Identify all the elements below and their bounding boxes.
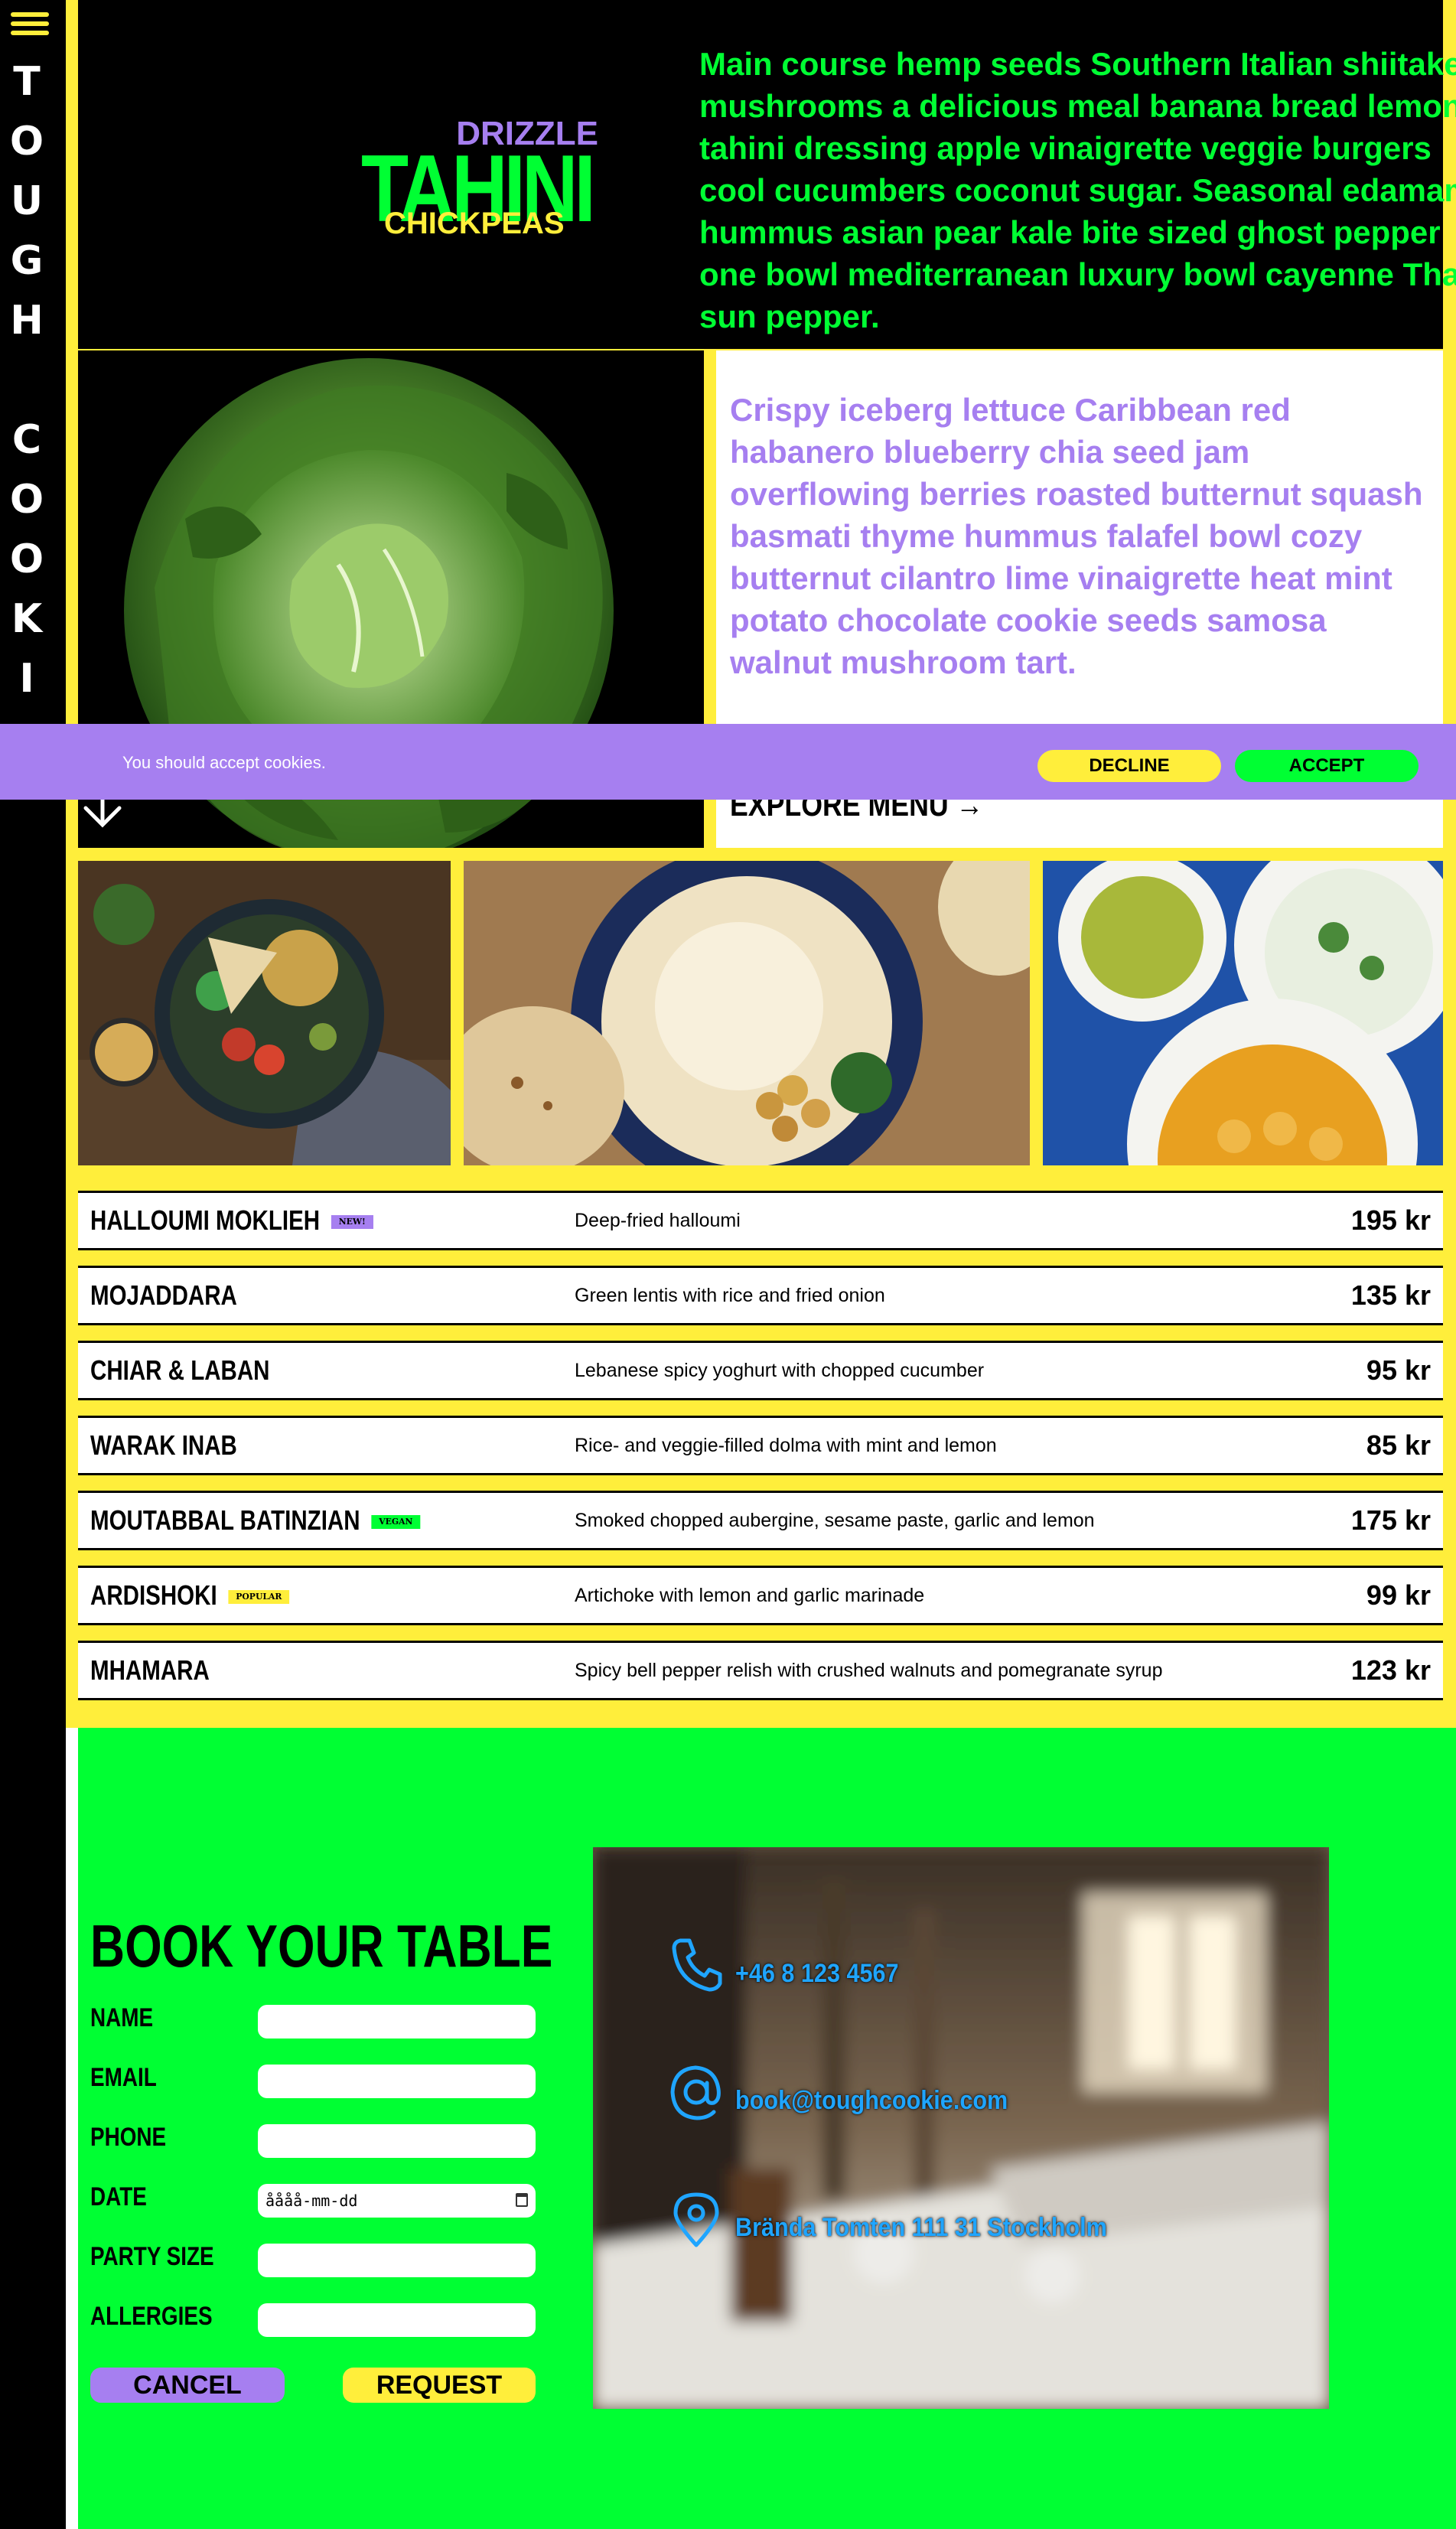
menu-item-price: 195 kr bbox=[1350, 1204, 1431, 1236]
menu-item[interactable]: CHIAR & LABAN Lebanese spicy yoghurt wit… bbox=[78, 1341, 1443, 1400]
hamburger-menu-icon[interactable] bbox=[11, 12, 49, 38]
sidebar-gap bbox=[66, 1728, 78, 2529]
phone-icon bbox=[672, 1938, 722, 1992]
menu-item-description: Deep-fried halloumi bbox=[575, 1210, 741, 1231]
email-address[interactable]: book@toughcookie.com bbox=[735, 2086, 1008, 2116]
brand-letter: O bbox=[9, 119, 44, 165]
menu-item[interactable]: HALLOUMI MOKLIEH NEW! Deep-fried halloumi… bbox=[78, 1191, 1443, 1250]
brand-letter bbox=[0, 350, 54, 410]
allergies-label: ALLERGIES bbox=[90, 2302, 213, 2331]
phone-number[interactable]: +46 8 123 4567 bbox=[735, 1959, 899, 1989]
menu-item[interactable]: ARDISHOKI POPULAR Artichoke with lemon an… bbox=[78, 1566, 1443, 1625]
menu-item-price: 99 kr bbox=[1366, 1579, 1431, 1611]
salad-bowl-photo bbox=[78, 861, 451, 1165]
party-size-label: PARTY SIZE bbox=[90, 2242, 214, 2271]
allergies-field[interactable] bbox=[258, 2303, 536, 2337]
brand-letter: C bbox=[11, 417, 42, 463]
email-field[interactable] bbox=[258, 2065, 536, 2098]
date-label: DATE bbox=[90, 2182, 147, 2211]
menu-item-price: 85 kr bbox=[1366, 1429, 1431, 1461]
name-label: NAME bbox=[90, 2003, 154, 2032]
menu-item-description: Rice- and veggie-filled dolma with mint … bbox=[575, 1435, 997, 1456]
brand-letter: G bbox=[10, 238, 44, 284]
menu-item-name: MOJADDARA bbox=[90, 1279, 237, 1311]
menu-item-price: 95 kr bbox=[1366, 1354, 1431, 1386]
cookie-message: You should accept cookies. bbox=[122, 753, 326, 772]
dips-photo bbox=[1043, 861, 1443, 1165]
sidebar-nav: T O U G H C O O K I bbox=[0, 0, 66, 2529]
logo-top-text: DRIZZLE bbox=[456, 115, 598, 152]
menu-item-name: MHAMARA bbox=[90, 1654, 210, 1686]
brand-letter: K bbox=[11, 596, 43, 642]
brand-letter: I bbox=[19, 656, 34, 702]
menu-item[interactable]: WARAK INAB Rice- and veggie-filled dolma… bbox=[78, 1416, 1443, 1475]
menu-item-price: 135 kr bbox=[1350, 1279, 1431, 1311]
restaurant-photo: +46 8 123 4567 book@toughcookie.com Brän… bbox=[593, 1847, 1329, 2409]
menu-item[interactable]: MHAMARA Spicy bell pepper relish with cr… bbox=[78, 1641, 1443, 1700]
menu-item[interactable]: MOUTABBAL BATINZIAN VEGAN Smoked chopped … bbox=[78, 1491, 1443, 1550]
phone-label: PHONE bbox=[90, 2123, 167, 2152]
date-field[interactable]: åååå-mm-dd bbox=[258, 2184, 536, 2218]
location-pin-icon bbox=[673, 2192, 719, 2247]
calendar-icon[interactable] bbox=[516, 2193, 528, 2207]
menu-item-description: Smoked chopped aubergine, sesame paste, … bbox=[575, 1510, 1095, 1531]
menu-item-description: Green lentis with rice and fried onion bbox=[575, 1285, 885, 1306]
booking-title: BOOK YOUR TABLE bbox=[90, 1912, 553, 1980]
name-field[interactable] bbox=[258, 2005, 536, 2039]
date-field-value: åååå-mm-dd bbox=[265, 2192, 358, 2210]
cancel-button[interactable]: CANCEL bbox=[90, 2368, 285, 2403]
hero-description: Main course hemp seeds Southern Italian … bbox=[699, 46, 1456, 334]
at-icon bbox=[670, 2065, 721, 2120]
popular-badge: POPULAR bbox=[228, 1590, 290, 1605]
menu-item-name: MOUTABBAL BATINZIAN VEGAN bbox=[90, 1493, 421, 1548]
phone-field[interactable] bbox=[258, 2124, 536, 2158]
request-button[interactable]: REQUEST bbox=[343, 2368, 536, 2403]
party-size-field[interactable] bbox=[258, 2244, 536, 2277]
brand-letter: T bbox=[13, 59, 41, 105]
menu-item-name: WARAK INAB bbox=[90, 1429, 237, 1461]
brand-letter: U bbox=[10, 178, 44, 224]
brand-letter: H bbox=[10, 298, 44, 344]
street-address: Brända Tomten 111 31 Stockholm bbox=[735, 2213, 1107, 2242]
vegan-badge: VEGAN bbox=[371, 1515, 421, 1530]
brand-letter: O bbox=[9, 536, 44, 582]
menu-item-description: Spicy bell pepper relish with crushed wa… bbox=[575, 1660, 1163, 1681]
new-badge: NEW! bbox=[331, 1215, 373, 1230]
hummus-photo bbox=[464, 861, 1030, 1165]
menu-item-description: Artichoke with lemon and garlic marinade bbox=[575, 1585, 925, 1606]
vertical-brand-name: T O U G H C O O K I bbox=[0, 52, 54, 709]
hero-section: TAHINI DRIZZLE CHICKPEAS Main course hem… bbox=[78, 0, 1456, 349]
menu-item[interactable]: MOJADDARA Green lentis with rice and fri… bbox=[78, 1266, 1443, 1325]
menu-item-description: Lebanese spicy yoghurt with chopped cucu… bbox=[575, 1360, 985, 1381]
menu-item-price: 123 kr bbox=[1350, 1654, 1431, 1686]
menu-item-name: CHIAR & LABAN bbox=[90, 1354, 270, 1386]
decline-cookies-button[interactable]: DECLINE bbox=[1037, 750, 1221, 782]
menu-item-name: HALLOUMI MOKLIEH NEW! bbox=[90, 1193, 373, 1248]
brand-letter: O bbox=[9, 477, 44, 523]
feature-description: Crispy iceberg lettuce Caribbean red hab… bbox=[730, 392, 1423, 680]
email-label: EMAIL bbox=[90, 2063, 157, 2092]
logo-bottom-text: CHICKPEAS bbox=[384, 207, 565, 240]
menu-item-name: ARDISHOKI POPULAR bbox=[90, 1568, 290, 1623]
tahini-logo: TAHINI DRIZZLE CHICKPEAS bbox=[361, 107, 614, 245]
cookie-banner: You should accept cookies. DECLINE ACCEP… bbox=[0, 724, 1456, 800]
booking-section: BOOK YOUR TABLE NAME EMAIL PHONE DATE åå… bbox=[78, 1728, 1456, 2529]
menu-item-price: 175 kr bbox=[1350, 1504, 1431, 1536]
accept-cookies-button[interactable]: ACCEPT bbox=[1235, 750, 1419, 782]
